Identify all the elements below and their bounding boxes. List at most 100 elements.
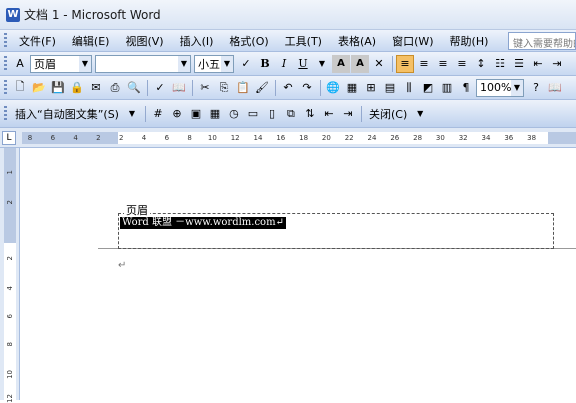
hyperlink-icon[interactable]: 🌐 — [324, 79, 342, 97]
menu-insert[interactable]: 插入(I) — [172, 31, 222, 51]
ruler-tick-label: 26 — [390, 134, 400, 142]
zoom-select[interactable]: 100% ▼ — [476, 78, 524, 97]
insert-page-number-icon[interactable]: # — [149, 105, 167, 123]
document-map-icon[interactable]: ▥ — [438, 79, 456, 97]
undo-icon[interactable]: ↶ — [279, 79, 297, 97]
cut-icon[interactable]: ✂ — [196, 79, 214, 97]
permission-icon[interactable]: 🔒 — [68, 79, 86, 97]
help-search-input[interactable]: 键入需要帮助的 — [508, 32, 576, 50]
spelling-icon[interactable]: ✓ — [151, 79, 169, 97]
align-right-icon[interactable]: ≡ — [434, 55, 452, 73]
email-icon[interactable]: ✉ — [87, 79, 105, 97]
toolbar-grip[interactable] — [4, 55, 7, 72]
redo-icon[interactable]: ↷ — [298, 79, 316, 97]
underline-button[interactable]: U — [294, 55, 312, 73]
menu-tools[interactable]: 工具(T) — [277, 31, 330, 51]
horizontal-ruler[interactable]: 8 6 4 2 2 4 6 8 10 12 14 16 18 20 22 24 26 28 30 32 34 36 38 — [22, 132, 576, 144]
insert-number-of-pages-icon[interactable]: ⊕ — [168, 105, 186, 123]
ruler-tick-label: 16 — [276, 134, 286, 142]
font-select[interactable]: ▼ — [95, 54, 191, 73]
tab-selector-icon[interactable]: L — [2, 131, 16, 145]
insert-table-icon[interactable]: ⊞ — [362, 79, 380, 97]
show-hide-icon[interactable]: ¶ — [457, 79, 475, 97]
distributed-icon[interactable]: ≡ — [453, 55, 471, 73]
chevron-down-icon[interactable]: ▼ — [123, 105, 141, 123]
toolbar-grip[interactable] — [4, 32, 7, 49]
chevron-down-icon[interactable]: ▼ — [221, 55, 233, 72]
character-border-icon[interactable]: A — [332, 54, 350, 73]
insert-date-icon[interactable]: ▦ — [206, 105, 224, 123]
format-page-number-icon[interactable]: ▣ — [187, 105, 205, 123]
insert-excel-icon[interactable]: ▤ — [381, 79, 399, 97]
reading-mode-icon[interactable]: 📖 — [546, 79, 564, 97]
menu-format[interactable]: 格式(O) — [221, 31, 276, 51]
ruler-tick-label: 2 — [96, 134, 101, 142]
drawing-icon[interactable]: ◩ — [419, 79, 437, 97]
print-icon[interactable]: ⎙ — [106, 79, 124, 97]
tables-borders-icon[interactable]: ▦ — [343, 79, 361, 97]
vertical-ruler[interactable]: 1 2 2 4 6 8 10 12 — [0, 148, 20, 403]
toolbar-grip[interactable] — [4, 79, 7, 96]
bold-button[interactable]: B — [256, 55, 274, 73]
print-preview-icon[interactable]: 🔍 — [125, 79, 143, 97]
bullets-icon[interactable]: ☰ — [510, 55, 528, 73]
decrease-indent-icon[interactable]: ⇤ — [529, 55, 547, 73]
increase-indent-icon[interactable]: ⇥ — [548, 55, 566, 73]
close-header-footer-button[interactable]: 关闭(C) — [365, 104, 411, 124]
vertical-ruler-inner: 1 2 2 4 6 8 10 12 — [4, 148, 16, 403]
menu-edit[interactable]: 编辑(E) — [64, 31, 118, 51]
columns-icon[interactable]: ⫼ — [400, 79, 418, 97]
italic-button[interactable]: I — [275, 55, 293, 73]
underline-dropdown-icon[interactable]: ▼ — [313, 55, 331, 73]
header-text-selected[interactable]: Word 联盟 －www.wordlm.com↵ — [120, 217, 286, 229]
document-canvas[interactable]: 页眉 Word 联盟 －www.wordlm.com↵ ↵ — [20, 148, 576, 400]
format-painter-icon[interactable]: 🖌 — [253, 79, 271, 97]
switch-header-footer-icon[interactable]: ⇅ — [301, 105, 319, 123]
help-icon[interactable]: ? — [527, 79, 545, 97]
ruler-tick-label: 4 — [141, 134, 147, 142]
menu-table[interactable]: 表格(A) — [330, 31, 384, 51]
show-next-icon[interactable]: ⇥ — [339, 105, 357, 123]
align-justify-icon[interactable]: ≡ — [396, 54, 414, 73]
menu-window[interactable]: 窗口(W) — [384, 31, 441, 51]
styles-pane-icon[interactable]: A — [11, 55, 29, 73]
insert-autotext-button[interactable]: 插入“自动图文集”(S) — [11, 104, 123, 124]
ruler-tick-label: 10 — [207, 134, 217, 142]
menu-file[interactable]: 文件(F) — [11, 31, 64, 51]
research-icon[interactable]: 📖 — [170, 79, 188, 97]
style-value: 页眉 — [34, 57, 56, 71]
same-as-previous-icon[interactable]: ⧉ — [282, 105, 300, 123]
ruler-tick-label: 14 — [253, 134, 263, 142]
chevron-down-icon[interactable]: ▼ — [511, 79, 523, 96]
character-shading-icon[interactable]: A — [351, 54, 369, 73]
ruler-tick-label: 38 — [527, 134, 537, 142]
numbering-icon[interactable]: ☷ — [491, 55, 509, 73]
align-center-icon[interactable]: ≡ — [415, 55, 433, 73]
ruler-tick-label: 8 — [187, 134, 192, 142]
insert-time-icon[interactable]: ◷ — [225, 105, 243, 123]
standard-toolbar: 🗋 📂 💾 🔒 ✉ ⎙ 🔍 ✓ 📖 ✂ ⎘ 📋 🖌 ↶ ↷ 🌐 ▦ ⊞ ▤ ⫼ … — [0, 76, 576, 100]
chevron-down-icon[interactable]: ▼ — [79, 55, 91, 72]
paragraph-mark: ↵ — [118, 260, 127, 271]
menu-help[interactable]: 帮助(H) — [442, 31, 497, 51]
copy-icon[interactable]: ⎘ — [215, 79, 233, 97]
show-previous-icon[interactable]: ⇤ — [320, 105, 338, 123]
show-hide-text-icon[interactable]: ▯ — [263, 105, 281, 123]
toolbar-separator — [392, 55, 393, 72]
font-size-select[interactable]: 小五 ▼ — [194, 54, 234, 73]
open-folder-icon[interactable]: 📂 — [30, 79, 48, 97]
change-case-icon[interactable]: ✓ — [237, 55, 255, 73]
line-spacing-icon[interactable]: ↕ — [472, 55, 490, 73]
page-setup-icon[interactable]: ▭ — [244, 105, 262, 123]
paste-icon[interactable]: 📋 — [234, 79, 252, 97]
toolbar-grip[interactable] — [4, 105, 7, 122]
character-scaling-icon[interactable]: ✕ — [370, 55, 388, 73]
chevron-down-icon[interactable]: ▼ — [178, 55, 190, 72]
save-icon[interactable]: 💾 — [49, 79, 67, 97]
toolbar-separator — [144, 105, 146, 122]
new-document-icon[interactable]: 🗋 — [11, 79, 29, 97]
menu-view[interactable]: 视图(V) — [117, 31, 171, 51]
vertical-ruler-tick-label: 12 — [6, 394, 14, 403]
style-select[interactable]: 页眉 ▼ — [30, 54, 92, 73]
toolbar-options-icon[interactable]: ▼ — [411, 105, 429, 123]
